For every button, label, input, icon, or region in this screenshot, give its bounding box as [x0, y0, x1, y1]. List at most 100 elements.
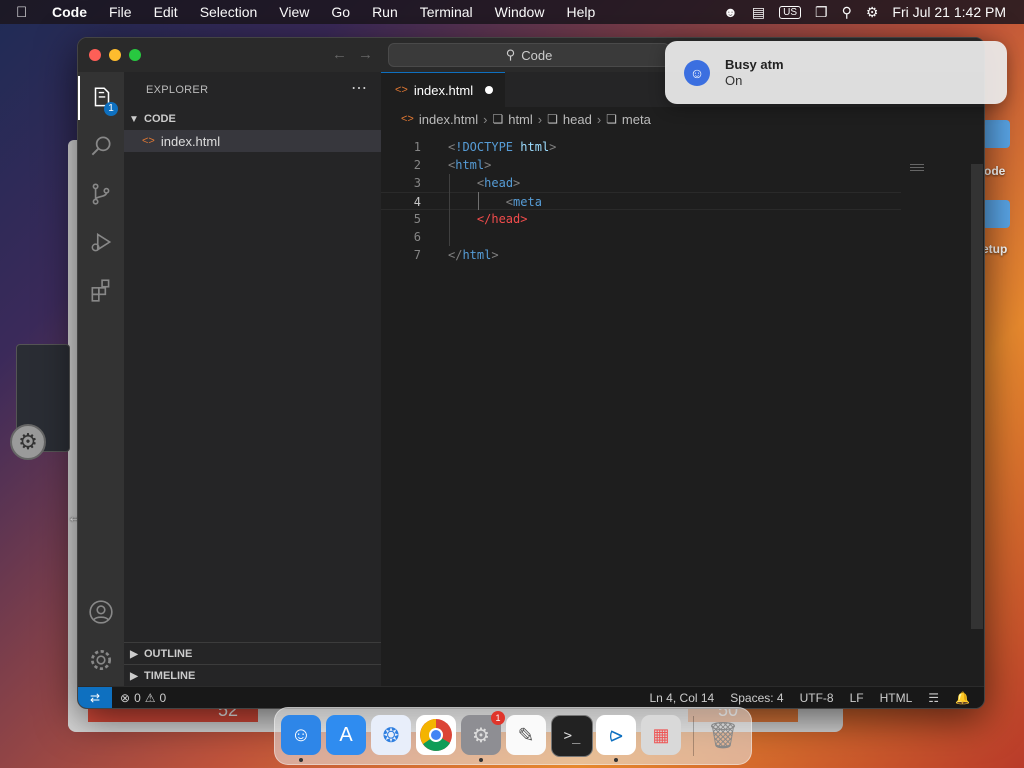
dock-separator — [693, 716, 694, 756]
symbol-icon: ❏ — [492, 112, 504, 126]
menu-selection[interactable]: Selection — [200, 4, 258, 20]
screen-mirroring-icon[interactable]: ❐ — [815, 4, 828, 21]
indent-guide — [449, 174, 450, 246]
textedit-icon[interactable]: ✎ — [506, 715, 546, 755]
timeline-section[interactable]: ▶ TIMELINE — [124, 665, 381, 687]
breadcrumb-head[interactable]: head — [563, 112, 592, 127]
minimap[interactable] — [910, 164, 924, 172]
code-text: <!DOCTYPE html> — [448, 140, 557, 154]
chevron-right-icon: ▶ — [130, 670, 138, 682]
account-icon — [89, 600, 113, 624]
encoding[interactable]: UTF-8 — [800, 691, 834, 705]
safari-icon[interactable]: ❂ — [371, 715, 411, 755]
source-control-activity-button[interactable] — [78, 172, 124, 216]
menu-window[interactable]: Window — [495, 4, 545, 20]
menu-go[interactable]: Go — [331, 4, 350, 20]
feedback-icon[interactable]: ☴ — [928, 691, 939, 705]
close-window-button[interactable] — [89, 49, 101, 61]
file-item-index-html[interactable]: <> index.html — [124, 130, 381, 152]
menu-run[interactable]: Run — [372, 4, 398, 20]
notification-title: Busy atm — [725, 57, 784, 72]
more-actions-icon[interactable]: ⋯ — [351, 78, 367, 98]
html-file-icon: <> — [395, 84, 408, 96]
problems-indicator[interactable]: ⊗ 0 ⚠ 0 — [120, 691, 166, 705]
breadcrumb-html[interactable]: html — [508, 112, 533, 127]
code-line: 2 <html> — [381, 156, 901, 174]
accounts-activity-button[interactable] — [78, 590, 124, 634]
forward-arrow-icon[interactable]: → — [358, 46, 373, 63]
command-center-search[interactable]: ⚲ Code — [388, 43, 670, 67]
menu-view[interactable]: View — [279, 4, 309, 20]
chevron-right-icon: › — [483, 111, 488, 127]
chevron-right-icon: ▶ — [130, 648, 138, 660]
desktop-folder-icon[interactable] — [982, 120, 1010, 148]
explorer-activity-button[interactable]: 1 — [78, 76, 124, 120]
indentation[interactable]: Spaces: 4 — [730, 691, 783, 705]
system-settings-icon[interactable]: ⚙ 1 — [461, 711, 505, 755]
chrome-icon[interactable] — [416, 715, 456, 755]
menu-edit[interactable]: Edit — [154, 4, 178, 20]
manage-activity-button[interactable] — [78, 638, 124, 682]
chrome-logo — [420, 719, 452, 751]
menu-app-name[interactable]: Code — [52, 4, 87, 20]
vscode-icon[interactable]: ⪧ — [596, 715, 636, 755]
minimize-window-button[interactable] — [109, 49, 121, 61]
focus-notification[interactable]: ☺ Busy atm On — [665, 41, 1007, 104]
code-text: <html> — [448, 158, 492, 172]
desktop-label-1[interactable]: ode — [984, 164, 1005, 178]
run-debug-activity-button[interactable] — [78, 220, 124, 264]
chevron-right-icon: › — [596, 111, 602, 127]
launchpad-icon[interactable]: ▦ — [641, 715, 681, 755]
finder-icon[interactable]: ☺ — [281, 715, 321, 755]
gear-icon — [90, 649, 112, 671]
extensions-activity-button[interactable] — [78, 268, 124, 312]
breadcrumb: <> index.html › ❏ html › ❏ head › ❏ meta — [401, 110, 651, 128]
remote-indicator-icon[interactable]: ⇄ — [78, 687, 112, 708]
emoji-status-icon[interactable]: ☻ — [723, 4, 738, 20]
folder-section-code[interactable]: ▼ CODE — [124, 108, 381, 130]
run-debug-icon — [91, 232, 112, 252]
notifications-bell-icon[interactable]: 🔔 — [955, 691, 970, 705]
end-of-line[interactable]: LF — [850, 691, 864, 705]
spotlight-search-icon[interactable]: ⚲ — [842, 4, 852, 21]
code-text: <head> — [476, 176, 521, 190]
unsaved-dot-icon[interactable] — [485, 86, 493, 94]
outline-label: OUTLINE — [144, 648, 193, 660]
search-activity-button[interactable] — [78, 124, 124, 168]
cursor-position[interactable]: Ln 4, Col 14 — [650, 691, 715, 705]
breadcrumb-meta[interactable]: meta — [622, 112, 651, 127]
menubar-clock[interactable]: Fri Jul 21 1:42 PM — [892, 4, 1006, 20]
zoom-window-button[interactable] — [129, 49, 141, 61]
app-store-icon[interactable]: A — [326, 715, 366, 755]
breadcrumb-file[interactable]: index.html — [419, 112, 478, 127]
symbol-icon: ❏ — [547, 112, 558, 126]
tab-index-html[interactable]: <> index.html — [381, 72, 505, 107]
desktop-folder-icon[interactable] — [982, 200, 1010, 228]
language-mode[interactable]: HTML — [880, 691, 913, 705]
trash-icon[interactable]: 🗑 — [703, 715, 743, 755]
editor-scrollbar[interactable] — [971, 164, 983, 629]
dock: ☺ A ❂ ⚙ 1 ✎ >_ ⪧ ▦ 🗑 — [274, 707, 752, 765]
menu-file[interactable]: File — [109, 4, 132, 20]
settings-badge: 1 — [491, 711, 505, 725]
indent-guide — [478, 192, 479, 210]
system-settings-thumbnail-icon[interactable]: ⚙ — [10, 424, 46, 460]
desktop-label-2[interactable]: etup — [982, 242, 1007, 256]
line-number: 7 — [413, 248, 421, 262]
back-arrow-icon[interactable]: ← — [332, 46, 347, 63]
stage-manager-icon[interactable]: ▤ — [752, 4, 765, 21]
status-bar: ⇄ ⊗ 0 ⚠ 0 Ln 4, Col 14 Spaces: 4 UTF-8 L… — [78, 686, 984, 708]
search-icon — [91, 136, 111, 156]
input-source-indicator[interactable]: US — [779, 5, 801, 19]
warning-icon: ⚠ — [144, 691, 156, 705]
code-line: 6 — [381, 228, 901, 246]
code-text: <meta — [505, 195, 542, 209]
terminal-icon[interactable]: >_ — [551, 715, 593, 757]
menu-terminal[interactable]: Terminal — [420, 4, 473, 20]
menu-bar:  Code File Edit Selection View Go Run T… — [0, 0, 1024, 24]
warning-count: 0 — [159, 691, 167, 705]
apple-menu-icon[interactable]:  — [16, 4, 38, 21]
menu-help[interactable]: Help — [566, 4, 595, 20]
outline-section[interactable]: ▶ OUTLINE — [124, 643, 381, 665]
control-center-icon[interactable]: ⚙ — [866, 4, 879, 21]
